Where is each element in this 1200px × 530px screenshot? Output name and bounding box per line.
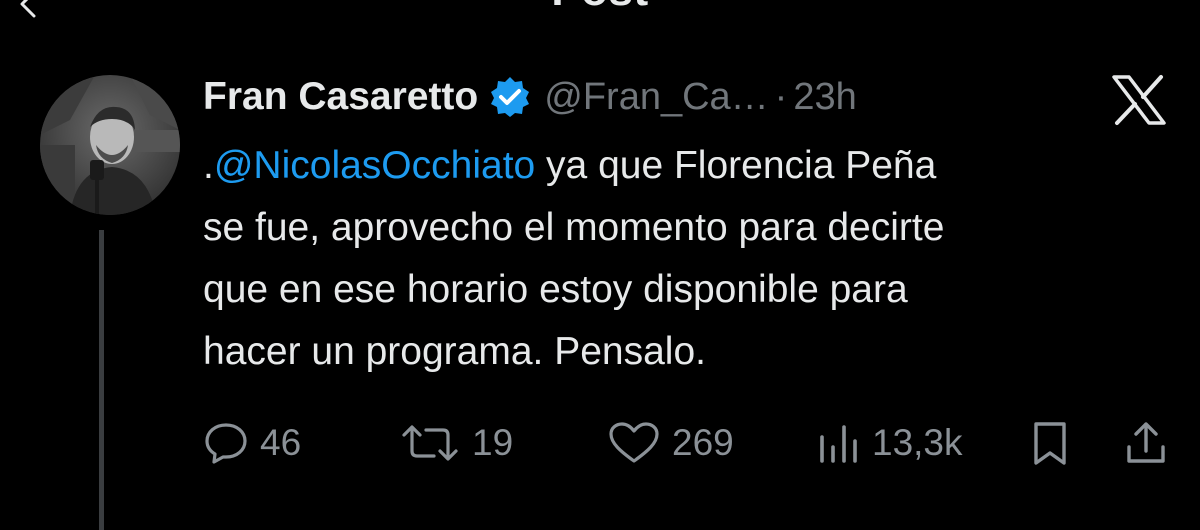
tweet-text: .@NicolasOcchiato ya que Florencia Peña … <box>203 135 1193 383</box>
tweet-line-4: hacer un programa. Pensalo. <box>203 330 706 373</box>
share-upload-icon <box>1127 422 1165 463</box>
bar-chart-icon <box>820 425 857 463</box>
like-button[interactable]: 269 <box>606 415 734 471</box>
x-logo-icon <box>1112 75 1166 125</box>
tweet-line-3: que en ese horario estoy disponible para <box>203 268 908 311</box>
share-button[interactable] <box>1122 415 1170 471</box>
post-time[interactable]: 23h <box>793 76 856 119</box>
repost-count: 19 <box>472 422 514 463</box>
like-count: 269 <box>672 422 734 463</box>
repost-button[interactable]: 19 <box>398 415 513 471</box>
tweet-line-1: .@NicolasOcchiato ya que Florencia Peña <box>203 135 1193 197</box>
text-prefix: . <box>203 144 214 187</box>
avatar[interactable] <box>40 75 180 215</box>
heart-icon <box>609 422 659 463</box>
tweet-header: Fran Casaretto @Fran_Ca… · 23h <box>203 72 857 122</box>
action-bar: 46 19 269 13,3k <box>200 415 1180 471</box>
views-button[interactable]: 13,3k <box>814 415 963 471</box>
top-nav-bar: Post <box>0 0 1200 20</box>
author-name[interactable]: Fran Casaretto <box>203 75 478 119</box>
mention-link[interactable]: @NicolasOcchiato <box>214 144 535 187</box>
page-title: Post <box>0 0 1200 16</box>
text-segment: ya que Florencia Peña <box>535 144 937 187</box>
reply-count: 46 <box>260 422 302 463</box>
speech-bubble-icon <box>205 423 247 464</box>
tweet-line-2: se fue, aprovecho el momento para decirt… <box>203 206 945 249</box>
reply-button[interactable]: 46 <box>202 415 301 471</box>
repost-arrows-icon <box>402 425 458 461</box>
bookmark-button[interactable] <box>1028 415 1072 471</box>
bookmark-icon <box>1034 422 1066 465</box>
avatar-photo <box>40 75 180 215</box>
view-count: 13,3k <box>872 422 963 463</box>
separator-dot: · <box>774 75 788 118</box>
author-handle[interactable]: @Fran_Ca… <box>544 76 768 119</box>
thread-line <box>99 230 104 530</box>
verified-badge-icon[interactable] <box>488 75 532 119</box>
